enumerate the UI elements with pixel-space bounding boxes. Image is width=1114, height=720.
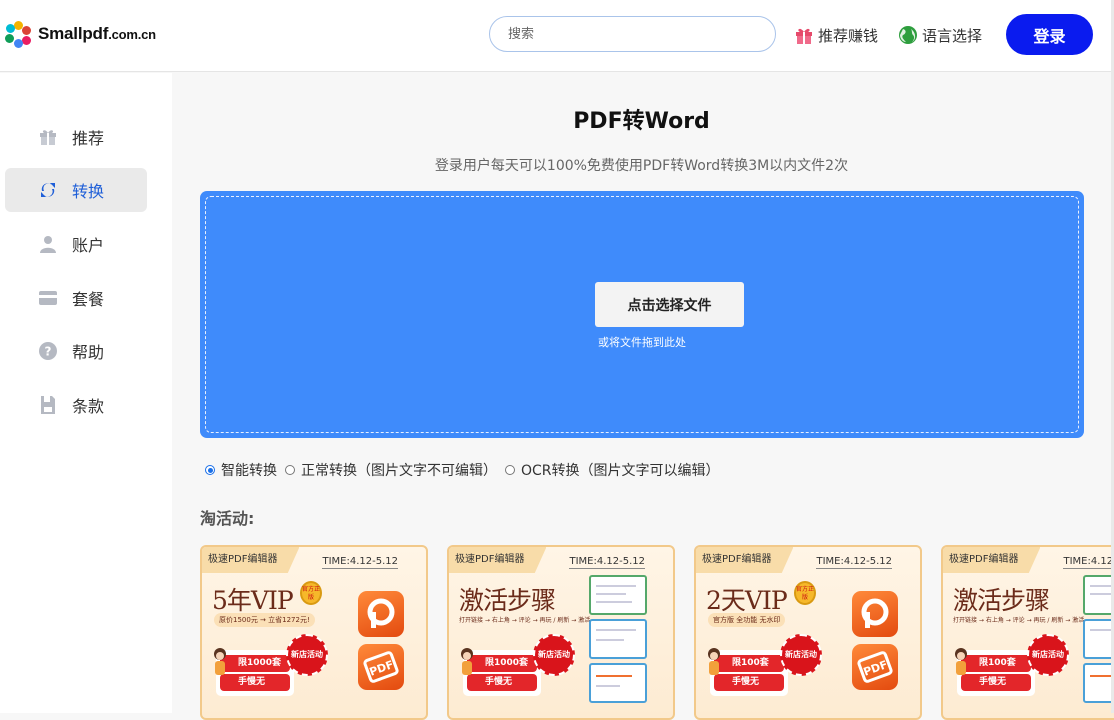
promo-pill-hurry: 手慢无 <box>961 674 1031 691</box>
promo-card[interactable]: 极速PDF编辑器 TIME:4.12-5.12 激活步骤 打开链接 → 右上角 … <box>941 545 1114 720</box>
promo-card[interactable]: 极速PDF编辑器 TIME:4.12-5.12 2天VIP 官方正版 官方版 全… <box>694 545 922 720</box>
promo-time: TIME:4.12-5.12 <box>816 556 892 569</box>
promo-title: 5年VIP <box>212 586 294 615</box>
page-subtitle: 登录用户每天可以100%免费使用PDF转Word转换3M以内文件2次 <box>434 158 849 174</box>
promo-star-badge: 新店活动 <box>1027 634 1069 676</box>
promo-pill-hurry: 手慢无 <box>220 674 290 691</box>
brand-logo[interactable]: Smallpdf.com.cn <box>5 20 156 48</box>
promo-star-badge: 新店活动 <box>533 634 575 676</box>
drag-hint: 或将文件拖到此处 <box>598 336 686 349</box>
promo-star-badge: 新店活动 <box>286 634 328 676</box>
sidebar-item-plans[interactable]: 套餐 <box>5 276 147 320</box>
mascot-icon <box>461 648 473 675</box>
logo-icon <box>5 21 31 48</box>
terms-icon <box>37 394 59 416</box>
sidebar-item-label: 套餐 <box>72 290 105 309</box>
promo-title: 2天VIP <box>706 586 788 615</box>
mode-ocr[interactable]: OCR转换（图片文字可以编辑） <box>505 460 720 480</box>
step-screenshot <box>1083 575 1114 615</box>
top-header: Smallpdf.com.cn 推荐赚钱 语言选择 登录 <box>0 0 1114 72</box>
sidebar-item-account[interactable]: 账户 <box>5 222 147 266</box>
choose-file-button[interactable]: 点击选择文件 <box>595 282 744 327</box>
globe-icon <box>899 26 917 44</box>
step-screenshot <box>1083 663 1114 703</box>
promo-heading: 淘活动: <box>200 509 255 528</box>
step-screenshot <box>1083 619 1114 659</box>
file-dropzone[interactable]: 点击选择文件 或将文件拖到此处 <box>200 191 1084 438</box>
sidebar-item-terms[interactable]: 条款 <box>5 383 147 427</box>
promo-subtitle: 原价1500元 → 立省1272元! <box>214 613 315 627</box>
sidebar-item-label: 条款 <box>72 397 105 416</box>
step-screenshot <box>589 619 647 659</box>
promo-card[interactable]: 极速PDF编辑器 TIME:4.12-5.12 5年VIP 官方正版 原价150… <box>200 545 428 720</box>
radio-button[interactable] <box>205 465 215 475</box>
language-label: 语言选择 <box>922 26 983 45</box>
mode-label: 正常转换（图片文字不可编辑） <box>301 463 497 479</box>
card-icon <box>37 287 59 309</box>
promo-title: 激活步骤 <box>953 586 1050 615</box>
promo-star-badge: 新店活动 <box>780 634 822 676</box>
promo-subtitle: 打开链接 → 右上角 → 评论 → 再玩 / 刷新 → 激活 <box>459 617 591 624</box>
promo-pill-limit: 限100套 <box>961 655 1031 672</box>
gift-icon <box>37 126 59 148</box>
promo-tag: 极速PDF编辑器 <box>449 547 547 573</box>
sidebar-item-recommend[interactable]: 推荐 <box>5 115 147 159</box>
svg-text:?: ? <box>45 345 52 359</box>
promo-pill-hurry: 手慢无 <box>714 674 784 691</box>
user-icon <box>37 233 59 255</box>
promo-time: TIME:4.12-5.12 <box>1063 555 1114 569</box>
sidebar-item-label: 账户 <box>72 236 105 255</box>
promo-title: 激活步骤 <box>459 586 556 615</box>
pdf-editor-icon <box>358 591 404 637</box>
promo-pill-hurry: 手慢无 <box>467 674 537 691</box>
login-button[interactable]: 登录 <box>1006 14 1093 55</box>
sidebar-item-help[interactable]: ? 帮助 <box>5 329 147 373</box>
sidebar-item-label: 帮助 <box>72 343 105 362</box>
sidebar-item-label: 转换 <box>72 182 105 201</box>
sidebar-item-convert[interactable]: 转换 <box>5 168 147 212</box>
sidebar-item-label: 推荐 <box>72 129 105 148</box>
promo-badge: 官方正版 <box>300 581 322 605</box>
mode-normal[interactable]: 正常转换（图片文字不可编辑） <box>285 460 497 480</box>
referral-link[interactable]: 推荐赚钱 <box>794 24 878 46</box>
pdf-editor-icon <box>852 591 898 637</box>
promo-tag: 极速PDF编辑器 <box>943 547 1041 573</box>
promo-time: TIME:4.12-5.12 <box>569 556 645 569</box>
promo-subtitle: 官方版 全功能 无水印 <box>708 613 786 627</box>
promo-pill-limit: 限1000套 <box>220 655 290 672</box>
mascot-icon <box>955 648 967 675</box>
step-screenshot <box>589 663 647 703</box>
promo-tag: 极速PDF编辑器 <box>202 547 300 573</box>
promo-time: TIME:4.12-5.12 <box>322 556 398 569</box>
page-title: PDF转Word <box>573 109 710 134</box>
mode-smart[interactable]: 智能转换 <box>205 460 277 480</box>
pdf-file-icon: PDF <box>358 644 404 690</box>
radio-button[interactable] <box>285 465 295 475</box>
help-icon: ? <box>37 340 59 362</box>
gift-icon <box>796 28 812 44</box>
brand-name: Smallpdf.com.cn <box>38 24 156 43</box>
referral-label: 推荐赚钱 <box>818 26 879 45</box>
mode-label: OCR转换（图片文字可以编辑） <box>521 463 720 479</box>
sidebar: 推荐 转换 账户 套餐 ? 帮助 条款 <box>0 73 172 713</box>
promo-badge: 官方正版 <box>794 581 816 605</box>
pdf-file-icon: PDF <box>852 644 898 690</box>
conversion-mode-group: 智能转换 正常转换（图片文字不可编辑） OCR转换（图片文字可以编辑） <box>205 460 728 480</box>
radio-button[interactable] <box>505 465 515 475</box>
promo-pill-limit: 限100套 <box>714 655 784 672</box>
language-selector[interactable]: 语言选择 <box>898 24 982 46</box>
mascot-icon <box>708 648 720 675</box>
search-input[interactable] <box>489 16 776 52</box>
mode-label: 智能转换 <box>221 463 277 479</box>
convert-icon <box>37 179 59 201</box>
promo-tag: 极速PDF编辑器 <box>696 547 794 573</box>
main-content: PDF转Word 登录用户每天可以100%免费使用PDF转Word转换3M以内文… <box>172 73 1114 720</box>
mascot-icon <box>214 648 226 675</box>
promo-card[interactable]: 极速PDF编辑器 TIME:4.12-5.12 激活步骤 打开链接 → 右上角 … <box>447 545 675 720</box>
promo-pill-limit: 限1000套 <box>467 655 537 672</box>
promo-subtitle: 打开链接 → 右上角 → 评论 → 再玩 / 刷新 → 激活 <box>953 617 1085 624</box>
step-screenshot <box>589 575 647 615</box>
